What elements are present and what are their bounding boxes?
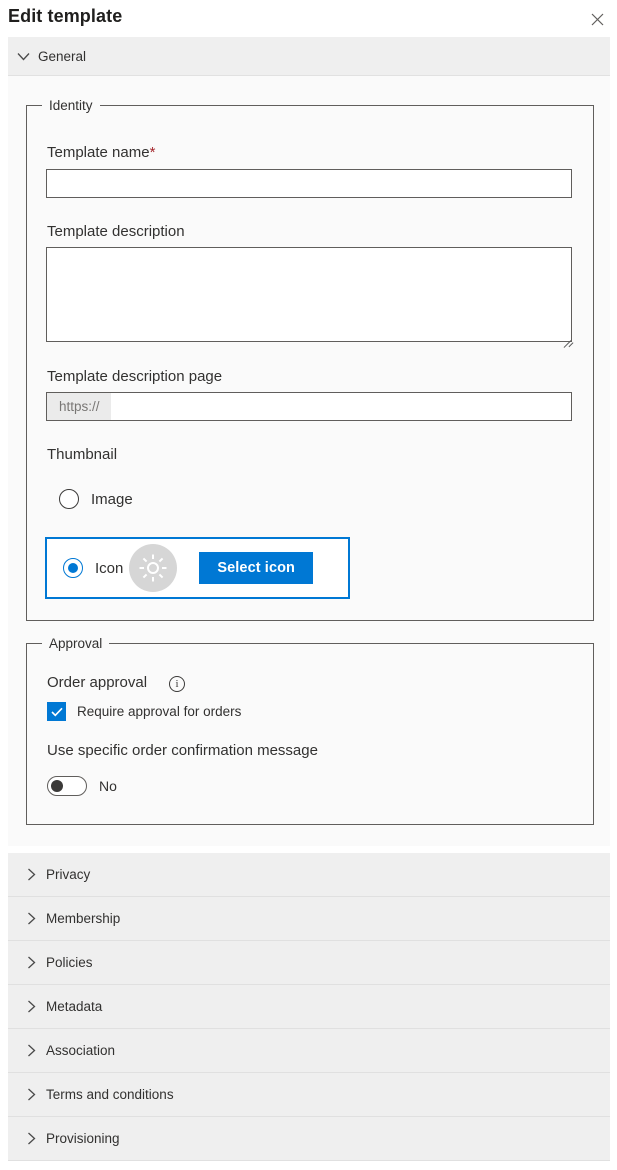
section-header-metadata[interactable]: Metadata <box>8 985 610 1029</box>
require-approval-checkbox-row[interactable]: Require approval for orders <box>47 702 241 721</box>
confirmation-message-toggle-value: No <box>99 778 117 794</box>
confirmation-message-label: Use specific order confirmation message <box>47 742 318 759</box>
section-label: Privacy <box>46 867 91 882</box>
section-header-membership[interactable]: Membership <box>8 897 610 941</box>
section-header-provisioning[interactable]: Provisioning <box>8 1117 610 1161</box>
section-header-general[interactable]: General <box>8 37 610 76</box>
page-title: Edit template <box>8 6 123 26</box>
chevron-right-icon <box>16 912 46 925</box>
section-label: Policies <box>46 955 93 970</box>
select-icon-button[interactable]: Select icon <box>199 552 314 584</box>
template-description-label: Template description <box>47 223 185 240</box>
template-description-textarea[interactable] <box>46 247 572 342</box>
chevron-right-icon <box>16 1088 46 1101</box>
chevron-right-icon <box>16 956 46 969</box>
order-approval-label: Order approval <box>47 674 148 691</box>
template-name-input[interactable] <box>46 169 572 198</box>
close-icon[interactable] <box>583 6 611 32</box>
panel-header: Edit template <box>0 0 617 37</box>
confirmation-message-toggle-row[interactable]: No <box>47 776 117 796</box>
section-header-policies[interactable]: Policies <box>8 941 610 985</box>
approval-legend: Approval <box>42 635 110 652</box>
section-header-association[interactable]: Association <box>8 1029 610 1073</box>
toggle-knob <box>51 780 63 792</box>
thumbnail-option-icon-label: Icon <box>95 559 124 577</box>
chevron-right-icon <box>16 1132 46 1145</box>
chevron-right-icon <box>16 868 46 881</box>
checkbox-checked-icon <box>47 702 66 721</box>
sun-icon <box>129 544 178 592</box>
section-label: Metadata <box>46 999 103 1014</box>
thumbnail-label: Thumbnail <box>47 446 118 463</box>
general-section-body: Identity Template name* Template descrip… <box>8 76 610 846</box>
radio-icon-icon <box>63 558 83 578</box>
thumbnail-option-icon[interactable]: Icon <box>63 558 123 578</box>
section-header-general-label: General <box>38 48 87 64</box>
section-label: Terms and conditions <box>46 1087 174 1102</box>
required-marker: * <box>149 144 156 161</box>
edit-template-panel: Edit template General Identity Template … <box>0 0 617 1170</box>
section-label: Membership <box>46 911 121 926</box>
template-name-label: Template name* <box>47 144 155 161</box>
confirmation-message-toggle[interactable] <box>47 776 87 796</box>
chevron-down-icon <box>8 52 38 61</box>
thumbnail-option-image-label: Image <box>91 490 133 508</box>
section-label: Provisioning <box>46 1131 120 1146</box>
template-description-page-input[interactable] <box>110 393 571 420</box>
template-description-page-field: https:// <box>46 392 572 421</box>
identity-legend: Identity <box>42 97 100 114</box>
radio-image-icon <box>59 489 79 509</box>
url-prefix-label: https:// <box>47 393 111 420</box>
chevron-right-icon <box>16 1000 46 1013</box>
require-approval-checkbox-label: Require approval for orders <box>77 704 242 719</box>
chevron-right-icon <box>16 1044 46 1057</box>
section-header-privacy[interactable]: Privacy <box>8 853 610 897</box>
section-header-terms-and-conditions[interactable]: Terms and conditions <box>8 1073 610 1117</box>
identity-fieldset: Identity Template name* Template descrip… <box>26 97 594 621</box>
thumbnail-option-image[interactable]: Image <box>59 489 133 509</box>
approval-fieldset: Approval Order approval i Require approv… <box>26 635 594 825</box>
template-description-page-label: Template description page <box>47 368 223 385</box>
template-name-label-text: Template name <box>47 144 150 161</box>
info-icon[interactable]: i <box>169 676 185 692</box>
thumbnail-option-icon-container[interactable]: Icon Select icon <box>45 537 350 599</box>
section-label: Association <box>46 1043 116 1058</box>
